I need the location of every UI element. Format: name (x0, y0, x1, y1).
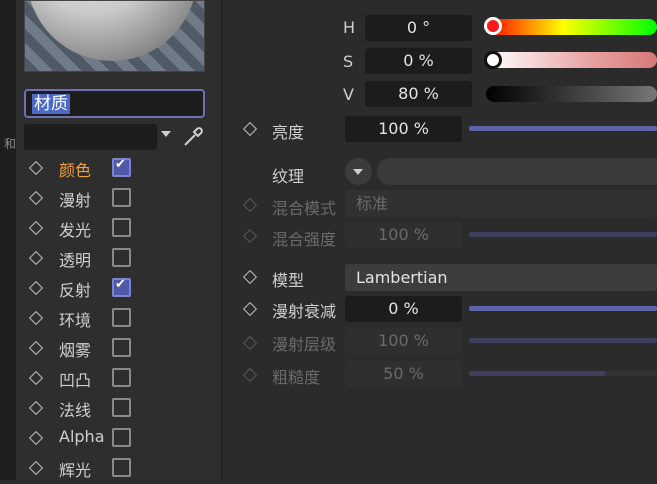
hue-value-field[interactable]: 0 ° (365, 15, 472, 41)
channel-label[interactable]: 辉光 (59, 457, 91, 481)
channel-label[interactable]: 反射 (59, 277, 91, 301)
keyframe-diamond-icon[interactable] (28, 310, 44, 326)
channel-item[interactable]: 法线 (28, 394, 218, 424)
texture-slot[interactable] (377, 158, 657, 185)
channel-checkbox[interactable] (112, 368, 131, 387)
model-dropdown[interactable]: Lambertian (345, 264, 657, 291)
channel-checkbox[interactable] (112, 338, 131, 357)
blend-mode-dropdown: 标准 (345, 190, 657, 217)
channel-item[interactable]: 颜色 (28, 154, 218, 184)
keyframe-diamond-icon[interactable] (28, 160, 44, 176)
keyframe-diamond-icon (242, 228, 258, 244)
chevron-down-icon[interactable] (161, 131, 171, 137)
channel-item[interactable]: 透明 (28, 244, 218, 274)
keyframe-diamond-icon[interactable] (28, 460, 44, 476)
channel-checkbox[interactable] (112, 277, 131, 297)
panel-divider[interactable] (221, 0, 223, 480)
hue-slider[interactable] (486, 19, 657, 35)
keyframe-diamond-icon[interactable] (28, 280, 44, 296)
keyframe-diamond-icon[interactable] (242, 121, 258, 137)
keyframe-diamond-icon[interactable] (242, 301, 258, 317)
channel-checkbox[interactable] (112, 428, 131, 447)
channel-item[interactable]: 漫射 (28, 184, 218, 214)
channel-checkbox[interactable] (112, 308, 131, 327)
channel-checkbox[interactable] (112, 458, 131, 477)
strip-label: 和 (4, 137, 17, 151)
keyframe-diamond-icon[interactable] (28, 340, 44, 356)
channel-item[interactable]: 环境 (28, 304, 218, 334)
blend-strength-value-field: 100 % (345, 222, 462, 248)
preset-dropdown[interactable] (24, 124, 157, 150)
channel-label[interactable]: 法线 (59, 397, 91, 421)
roughness-value-field: 50 % (345, 361, 462, 387)
roughness-label: 粗糙度 (272, 368, 321, 387)
preview-sphere-icon (27, 1, 197, 61)
blend-strength-label: 混合强度 (272, 230, 337, 249)
channel-item[interactable]: Alpha (28, 424, 218, 454)
channel-item[interactable]: 发光 (28, 214, 218, 244)
blend-mode-label: 混合模式 (272, 199, 337, 218)
hue-label: H (343, 18, 356, 37)
value-value-field[interactable]: 80 % (365, 81, 472, 107)
model-label: 模型 (272, 271, 305, 290)
channel-item[interactable]: 反射 (28, 274, 218, 304)
left-edge-strip: 和 (0, 0, 16, 480)
channel-item[interactable]: 烟雾 (28, 334, 218, 364)
saturation-slider-handle[interactable] (484, 51, 502, 69)
channel-label[interactable]: 发光 (59, 217, 91, 241)
brightness-value-field[interactable]: 100 % (345, 116, 462, 142)
channel-label[interactable]: 烟雾 (59, 337, 91, 361)
hue-slider-handle[interactable] (484, 17, 502, 35)
keyframe-diamond-icon[interactable] (28, 220, 44, 236)
saturation-slider[interactable] (486, 52, 657, 68)
channel-checkbox[interactable] (112, 157, 131, 177)
channel-checkbox[interactable] (112, 248, 131, 267)
value-label: V (343, 85, 354, 104)
channel-checkbox[interactable] (112, 218, 131, 237)
channel-label[interactable]: 漫射 (59, 187, 91, 211)
material-preview[interactable] (24, 0, 205, 72)
channel-label[interactable]: 透明 (59, 247, 91, 271)
channel-item[interactable]: 凹凸 (28, 364, 218, 394)
brightness-label: 亮度 (272, 123, 305, 142)
diffuse-level-value-field: 100 % (345, 328, 462, 354)
brightness-slider[interactable] (469, 126, 657, 131)
keyframe-diamond-icon[interactable] (28, 430, 44, 446)
saturation-label: S (343, 52, 354, 71)
channel-checkbox[interactable] (112, 188, 131, 207)
blend-strength-slider (469, 232, 657, 237)
texture-menu-button[interactable] (345, 158, 372, 185)
roughness-slider-fill (469, 371, 606, 376)
material-name-input[interactable]: 材质 (24, 89, 205, 118)
keyframe-diamond-icon[interactable] (28, 250, 44, 266)
keyframe-diamond-icon[interactable] (28, 400, 44, 416)
keyframe-diamond-icon[interactable] (28, 370, 44, 386)
texture-label: 纹理 (272, 167, 305, 186)
diffuse-falloff-slider[interactable] (469, 306, 657, 311)
keyframe-diamond-icon (242, 335, 258, 351)
keyframe-diamond-icon[interactable] (242, 269, 258, 285)
channel-label[interactable]: Alpha (59, 427, 105, 446)
diffuse-level-slider (469, 338, 657, 343)
value-slider[interactable] (486, 86, 657, 102)
keyframe-diamond-icon (242, 197, 258, 213)
channel-label[interactable]: 凹凸 (59, 367, 91, 391)
channel-label[interactable]: 环境 (59, 307, 91, 331)
diffuse-falloff-value-field[interactable]: 0 % (345, 296, 462, 322)
material-name-text: 材质 (32, 94, 70, 114)
diffuse-level-label: 漫射层级 (272, 335, 337, 354)
saturation-value-field[interactable]: 0 % (365, 48, 472, 74)
channel-checkbox[interactable] (112, 398, 131, 417)
eyedropper-icon[interactable] (181, 125, 205, 149)
diffuse-falloff-label: 漫射衰减 (272, 302, 337, 321)
channel-label[interactable]: 颜色 (59, 157, 91, 181)
keyframe-diamond-icon (242, 367, 258, 383)
keyframe-diamond-icon[interactable] (28, 190, 44, 206)
